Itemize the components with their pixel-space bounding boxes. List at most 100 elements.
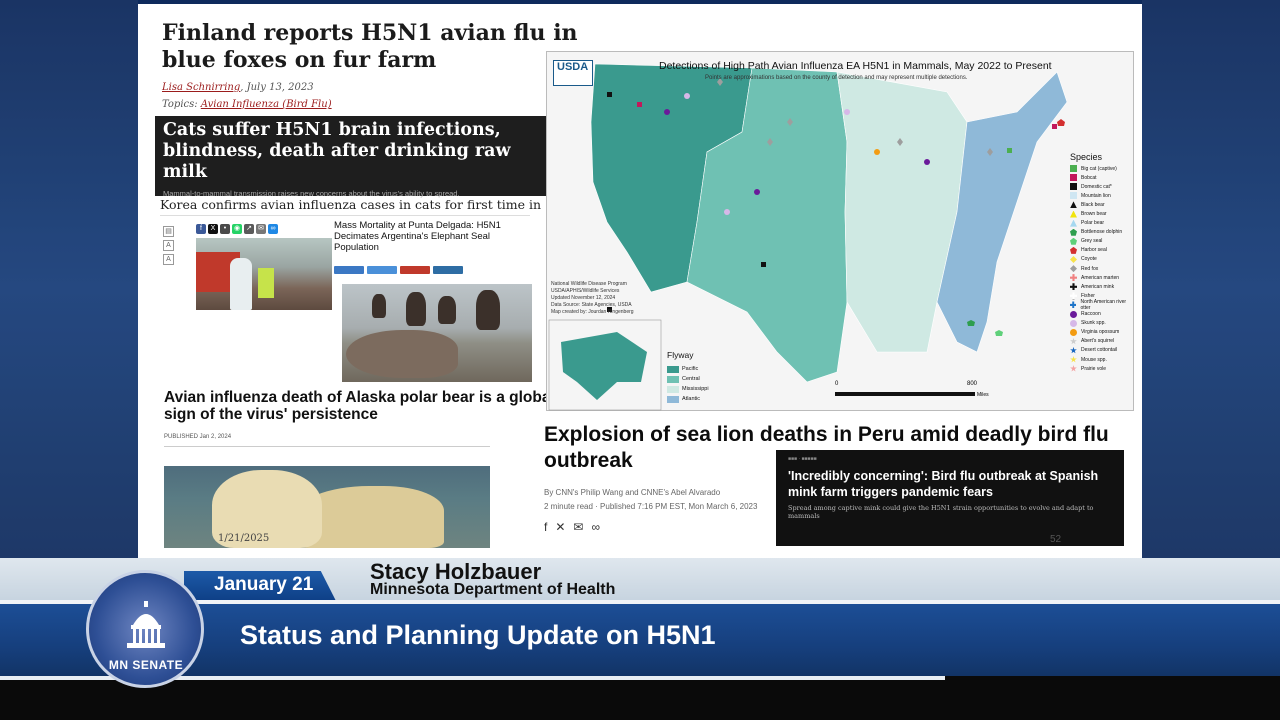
x-icon[interactable]: ✕ [555, 520, 565, 534]
slide-date: 1/21/2025 [218, 533, 270, 544]
whatsapp-icon[interactable]: ◉ [232, 224, 242, 234]
flyway-swatch [667, 365, 679, 373]
share-button[interactable] [367, 266, 397, 274]
triangle-symbol-icon [1070, 219, 1077, 227]
scale-bar: 0 800 Miles [835, 381, 989, 398]
capitol-dome-icon [127, 601, 165, 648]
polar-bear-photo [164, 466, 490, 548]
article-meta-cnn: 2 minute read · Published 7:16 PM EST, M… [544, 502, 758, 511]
author-link[interactable]: Lisa Schnirring [162, 82, 240, 93]
flyway-swatch [667, 385, 679, 393]
slide-number: 52 [1050, 534, 1062, 545]
species-label: Abert's squirrel [1081, 338, 1115, 345]
share-buttons [334, 266, 463, 274]
species-legend-item: American mink [1070, 282, 1133, 291]
scale-label-800: 800 [967, 381, 978, 387]
facebook-icon[interactable]: f [544, 520, 547, 534]
flyway-label: Pacific [682, 366, 699, 372]
email-icon[interactable]: ✉ [573, 520, 583, 534]
flyway-legend-item: Atlantic [667, 394, 709, 404]
background-panel [0, 0, 138, 560]
topics-label: Topics: [162, 99, 201, 110]
species-label: Big cat (captive) [1081, 165, 1117, 172]
species-label: Bobcat [1081, 174, 1097, 181]
hazmat-workers-photo [196, 238, 332, 310]
published-date: PUBLISHED Jan 2, 2024 [164, 434, 232, 440]
species-label: Grey seal [1081, 238, 1103, 245]
species-legend-item: North American river otter [1070, 299, 1133, 311]
species-legend-item: Abert's squirrel [1070, 337, 1133, 346]
share-button[interactable] [334, 266, 364, 274]
share-icon[interactable]: ↗ [244, 224, 254, 234]
text-size-small-icon[interactable]: A [163, 254, 174, 265]
comment-icon[interactable]: • [220, 224, 230, 234]
credit-line: National Wildlife Disease Program [551, 281, 627, 287]
flyway-label: Central [682, 376, 700, 382]
species-label: Harbor seal [1081, 247, 1107, 254]
background-panel [1142, 0, 1280, 560]
scale-label-0: 0 [835, 381, 839, 387]
triangle-symbol-icon [1070, 201, 1077, 209]
species-legend-item: Grey seal [1070, 237, 1133, 246]
link-icon[interactable]: ∞ [268, 224, 278, 234]
text-size-icon[interactable]: A [163, 240, 174, 251]
usda-logo-text: USDA [557, 61, 589, 73]
species-legend-item: Black bear [1070, 200, 1133, 209]
flyway-legend-item: Pacific [667, 364, 709, 374]
species-label: Coyote [1081, 256, 1097, 263]
species-label: Domestic cat* [1081, 183, 1112, 190]
square-symbol-icon [1070, 183, 1077, 191]
article-title-mink: 'Incredibly concerning': Bird flu outbre… [788, 469, 1099, 499]
h5n1-mammal-map: USDA Detections of High Path Avian Influ… [546, 51, 1134, 411]
species-label: Black bear [1081, 201, 1105, 208]
plus-symbol-icon [1070, 274, 1077, 282]
circle-symbol-icon [1070, 319, 1077, 327]
bottom-bar [0, 676, 1280, 720]
map-credits: National Wildlife Disease Program USDA/AP… [551, 281, 634, 316]
species-legend-item: Mountain lion [1070, 191, 1133, 200]
speaker-organization: Minnesota Department of Health [370, 581, 616, 598]
link-icon[interactable]: ∞ [591, 520, 600, 534]
species-legend-item: Red fox [1070, 264, 1133, 273]
presentation-slide: Finland reports H5N1 avian flu in blue f… [138, 4, 1142, 558]
us-flyway-map [548, 63, 1068, 411]
species-label: Mountain lion [1081, 192, 1111, 199]
facebook-icon[interactable]: f [196, 224, 206, 234]
flyway-legend-title: Flyway [667, 350, 694, 360]
print-icon[interactable]: ▤ [163, 226, 174, 237]
species-legend: Big cat (captive) Bobcat Domestic cat* Moun… [1070, 164, 1133, 373]
article-subtitle-mink: Spread among captive mink could give the… [788, 504, 1094, 520]
species-label: Fisher [1081, 292, 1095, 299]
topics-link[interactable]: Avian Influenza (Bird Flu) [201, 99, 332, 110]
species-legend-item: Virginia opossum [1070, 328, 1133, 337]
square-symbol-icon [1070, 174, 1077, 182]
flyway-swatch [667, 395, 679, 403]
email-icon[interactable]: ✉ [256, 224, 266, 234]
square-symbol-icon [1070, 192, 1077, 200]
x-icon[interactable]: X [208, 224, 218, 234]
species-label: Skunk spp. [1081, 320, 1106, 327]
species-label: Red fox [1081, 265, 1099, 272]
share-button[interactable] [433, 266, 463, 274]
flyway-swatch [667, 375, 679, 383]
species-label: Raccoon [1081, 311, 1101, 318]
article-title-elephant-seal: Mass Mortality at Punta Delgada: H5N1 De… [334, 220, 501, 253]
credit-line: USDA/APHIS/Wildlife Services [551, 288, 620, 294]
species-legend-title: Species [1070, 152, 1103, 162]
plus-symbol-icon [1070, 301, 1077, 309]
credit-line: Updated November 12, 2024 [551, 295, 616, 301]
cnn-share-icons: f ✕ ✉ ∞ [544, 520, 600, 534]
species-legend-item: Bottlenose dolphin [1070, 228, 1133, 237]
species-legend-item: Mouse spp. [1070, 355, 1133, 364]
star-symbol-icon [1070, 365, 1077, 372]
species-legend-item: Skunk spp. [1070, 319, 1133, 328]
share-button[interactable] [400, 266, 430, 274]
species-label: American mink [1081, 283, 1115, 290]
species-label: Prairie vole [1081, 365, 1107, 372]
star-symbol-icon [1070, 346, 1077, 354]
article-cats-raw-milk: Cats suffer H5N1 brain infections, blind… [155, 116, 549, 198]
species-label: Mouse spp. [1081, 356, 1107, 363]
usda-logo: USDA [553, 60, 593, 86]
pentagon-symbol-icon [1070, 246, 1077, 254]
species-legend-item: Desert cottontail [1070, 346, 1133, 355]
